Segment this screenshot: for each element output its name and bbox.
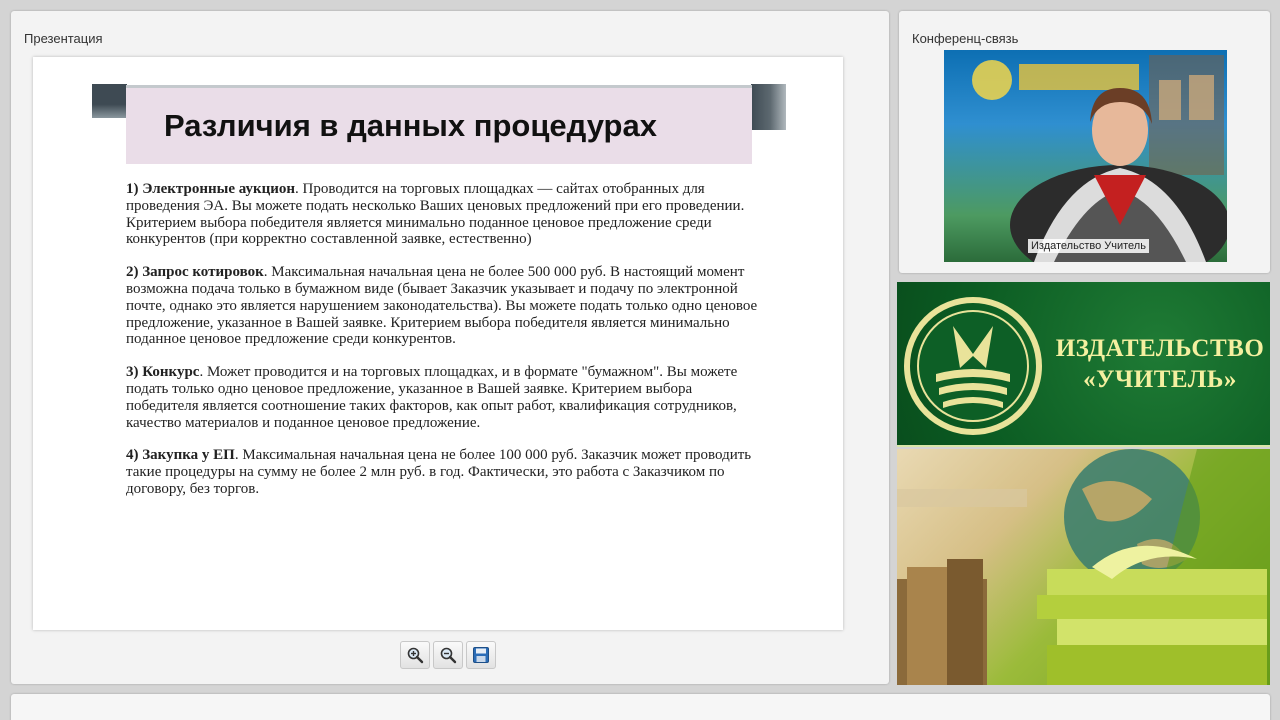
slide-toolbar [400, 641, 496, 669]
conference-panel-title: Конференц-связь [912, 31, 1019, 46]
paragraph-lead: 3) Конкурс [126, 364, 200, 381]
video-frame-image [972, 55, 1227, 262]
zoom-in-button[interactable] [400, 641, 430, 669]
bottom-panel [11, 694, 1270, 720]
video-feed[interactable]: Издательство Учитель [944, 50, 1227, 262]
slide-heading: Различия в данных процедурах [164, 108, 657, 143]
slide-decor-right [751, 84, 786, 130]
publisher-name-line1: ИЗДАТЕЛЬСТВО [1055, 335, 1265, 362]
slide-paragraph: 1) Электронные аукцион. Проводится на то… [126, 181, 766, 248]
paragraph-lead: 1) Электронные аукцион [126, 181, 296, 197]
slide-heading-box: Различия в данных процедурах [126, 85, 752, 164]
presentation-panel-title: Презентация [24, 31, 103, 46]
conference-panel: Конференц-связь Издательство Учитель [899, 11, 1270, 273]
slide: Различия в данных процедурах 1) Электрон… [33, 57, 843, 630]
floppy-disk-icon [473, 647, 489, 663]
publisher-banner: ИЗДАТЕЛЬСТВО «УЧИТЕЛЬ» [897, 282, 1270, 447]
books-image [897, 449, 1270, 685]
slide-paragraph: 4) Закупка у ЕП. Максимальная начальная … [126, 447, 766, 497]
zoom-out-icon [440, 647, 457, 664]
paragraph-lead: 2) Запрос котировок [126, 264, 264, 281]
publisher-name-line2: «УЧИТЕЛЬ» [1083, 366, 1237, 393]
presentation-panel: Презентация Различия в данных процедурах… [11, 11, 889, 684]
zoom-out-button[interactable] [433, 641, 463, 669]
video-participant-label: Издательство Учитель [1028, 239, 1149, 253]
paragraph-text: . Может проводится и на торговых площадк… [126, 364, 738, 431]
slide-paragraph: 3) Конкурс. Может проводится и на торгов… [126, 364, 766, 431]
books-globe-image [897, 449, 1270, 685]
save-button[interactable] [466, 641, 496, 669]
slide-paragraph: 2) Запрос котировок. Максимальная началь… [126, 264, 766, 348]
publisher-logo-icon [904, 297, 1042, 435]
publisher-name: ИЗДАТЕЛЬСТВО «УЧИТЕЛЬ» [1055, 333, 1265, 395]
zoom-in-icon [407, 647, 424, 664]
slide-body: 1) Электронные аукцион. Проводится на то… [126, 181, 766, 514]
paragraph-lead: 4) Закупка у ЕП [126, 447, 235, 464]
slide-decor-left [92, 84, 127, 118]
